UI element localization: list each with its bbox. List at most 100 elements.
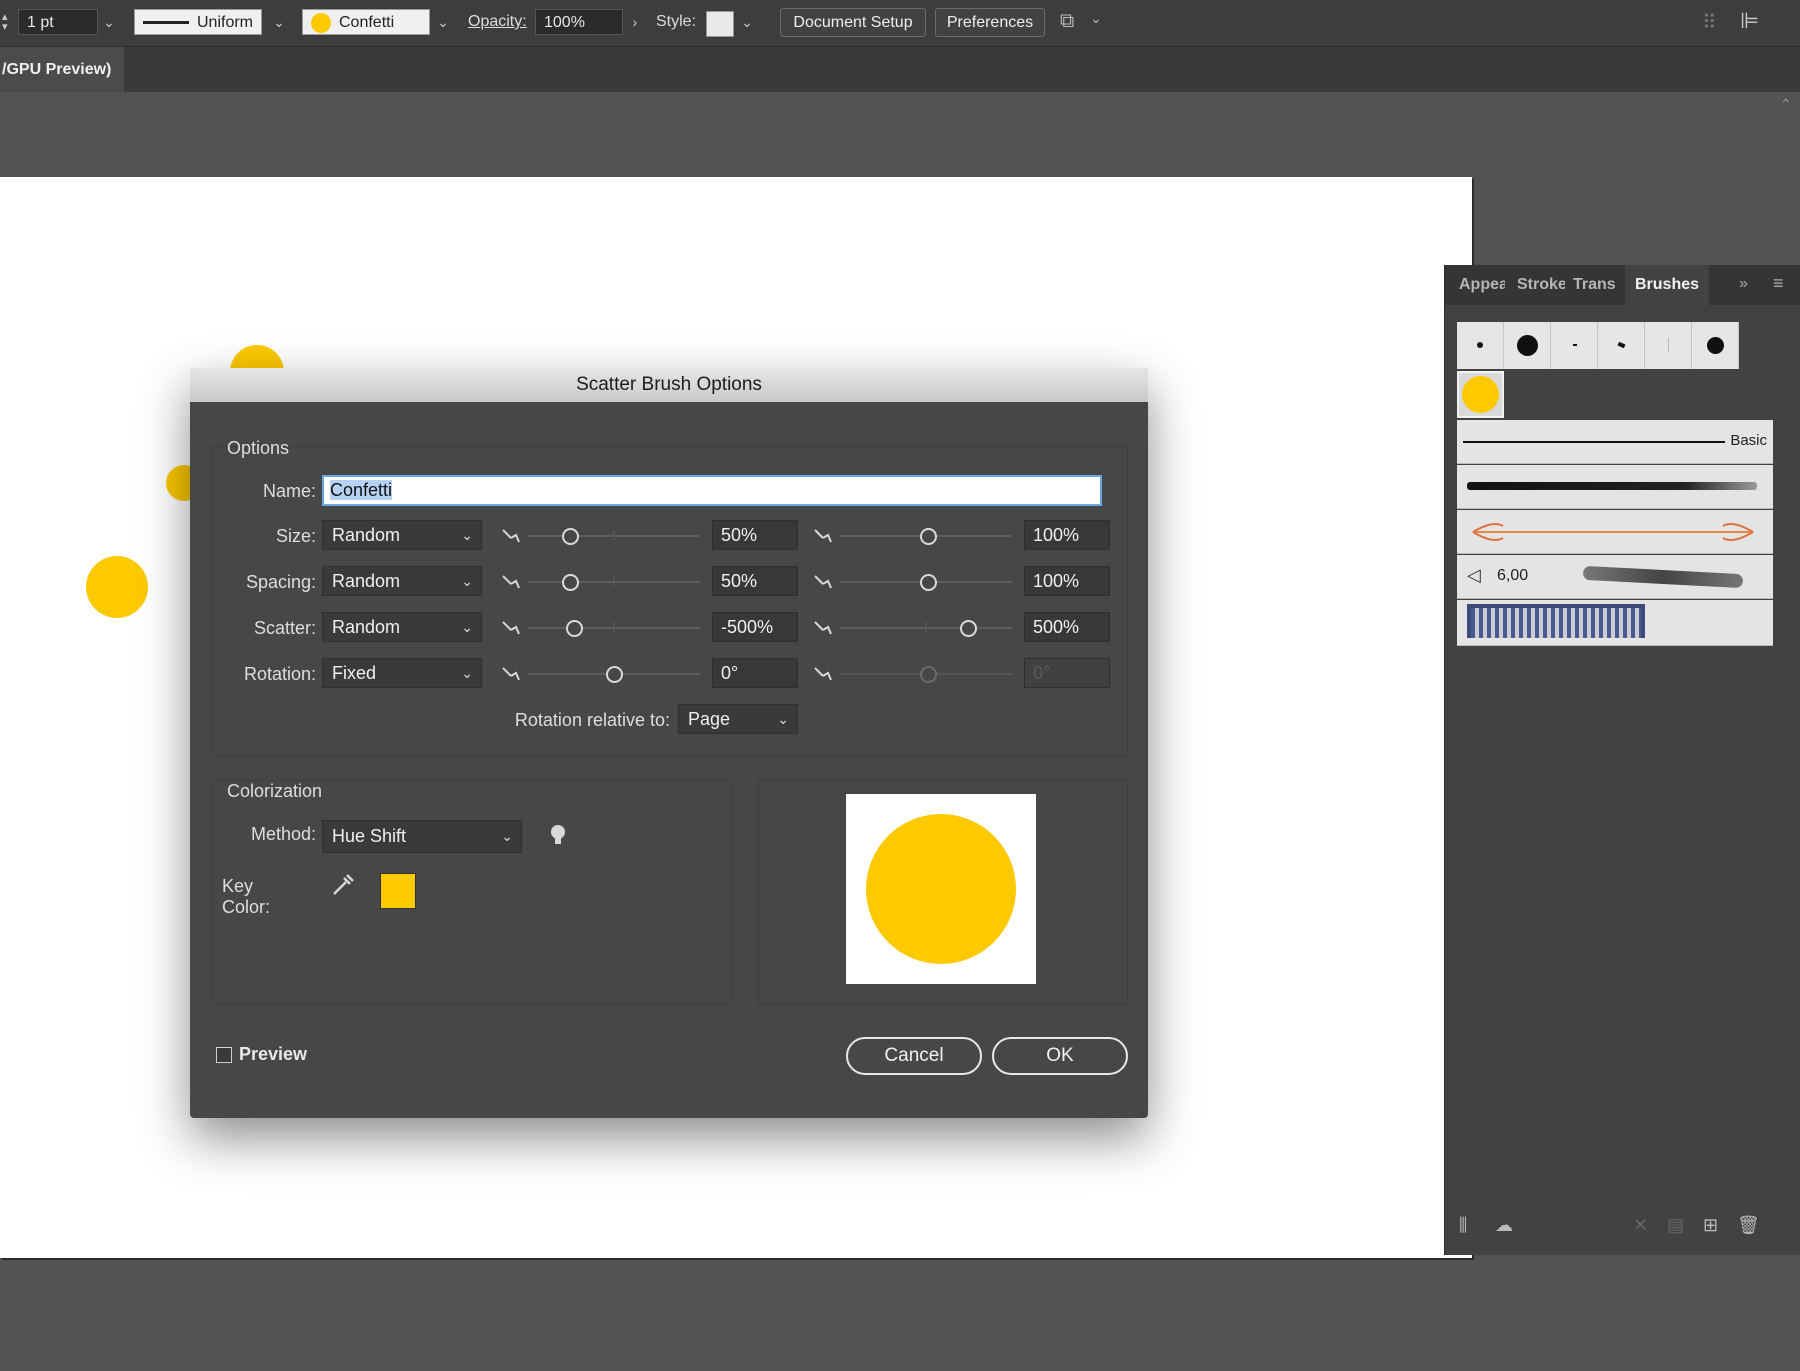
pressure-icon[interactable] xyxy=(500,664,522,684)
opacity-label[interactable]: Opacity: xyxy=(468,9,527,35)
graphic-style-dropdown-icon[interactable]: ⌄ xyxy=(736,9,758,35)
tab-appearance[interactable]: Appea xyxy=(1459,265,1505,305)
stroke-profile-dropdown[interactable]: Uniform xyxy=(134,9,262,35)
brush-options-icon: ▤ xyxy=(1667,1215,1685,1235)
panel-layout-icon[interactable]: ⊫ xyxy=(1740,8,1759,34)
spacing-label: Spacing: xyxy=(245,572,316,592)
tab-brushes[interactable]: Brushes xyxy=(1625,265,1709,305)
brush-thumb[interactable] xyxy=(1598,322,1645,369)
rotation-mode-dropdown[interactable]: Fixed ⌄ xyxy=(322,658,482,688)
bristle-brush-row[interactable]: ◁ 6,00 xyxy=(1457,555,1773,599)
key-color-label: Key Color: xyxy=(222,876,271,917)
preview-checkbox[interactable] xyxy=(216,1047,232,1063)
brush-thumb[interactable] xyxy=(1457,322,1504,369)
panel-collapse-icon[interactable]: » xyxy=(1739,275,1748,293)
spacing-min-field[interactable]: 50% xyxy=(712,566,798,596)
chevron-down-icon: ⌄ xyxy=(777,711,789,727)
size-mode-dropdown[interactable]: Random ⌄ xyxy=(322,520,482,550)
scatter-brush-options-dialog: Scatter Brush Options Options Name: Conf… xyxy=(190,368,1148,1118)
brush-thumb[interactable] xyxy=(1645,322,1692,369)
scroll-up-arrow-icon[interactable]: ⌃ xyxy=(1780,96,1792,113)
brush-libraries-icon[interactable]: ⫼ xyxy=(1459,1215,1467,1236)
rotation-min-slider-knob[interactable] xyxy=(606,666,623,683)
brush-definition-dropdown[interactable]: Confetti xyxy=(302,9,430,35)
pressure-icon[interactable] xyxy=(812,618,834,638)
spacing-mode-dropdown[interactable]: Random ⌄ xyxy=(322,566,482,596)
confetti-brush-thumb[interactable] xyxy=(1457,371,1504,418)
tab-transparency[interactable]: Trans xyxy=(1573,265,1619,305)
size-max-field[interactable]: 100% xyxy=(1024,520,1110,550)
rotation-min-field[interactable]: 0° xyxy=(712,658,798,688)
name-label: Name: xyxy=(262,481,316,501)
key-color-swatch[interactable] xyxy=(380,873,416,909)
stroke-weight-field[interactable]: 1 pt xyxy=(18,9,98,35)
size-label: Size: xyxy=(275,526,316,546)
rotation-label: Rotation: xyxy=(243,664,316,684)
workspace-grid-icon[interactable]: ⠿ xyxy=(1702,10,1717,35)
preview-label[interactable]: Preview xyxy=(239,1044,307,1065)
preferences-button[interactable]: Preferences xyxy=(935,8,1045,37)
cancel-button[interactable]: Cancel xyxy=(846,1037,982,1075)
brush-thumb[interactable] xyxy=(1551,322,1598,369)
size-min-field[interactable]: 50% xyxy=(712,520,798,550)
scatter-mode-dropdown[interactable]: Random ⌄ xyxy=(322,612,482,642)
art-brush-charcoal-row[interactable] xyxy=(1457,465,1773,509)
pattern-brush-row[interactable] xyxy=(1457,600,1773,646)
document-tab[interactable]: /GPU Preview) xyxy=(0,47,124,92)
slider-center-tick xyxy=(613,530,615,540)
name-field[interactable]: Confetti xyxy=(322,475,1102,506)
pressure-icon[interactable] xyxy=(812,572,834,592)
pressure-icon[interactable] xyxy=(812,664,834,684)
tab-stroke[interactable]: Stroke xyxy=(1517,265,1565,305)
scatter-max-field[interactable]: 500% xyxy=(1024,612,1110,642)
scatter-max-slider-knob[interactable] xyxy=(960,620,977,637)
document-setup-button[interactable]: Document Setup xyxy=(780,8,926,37)
stroke-weight-stepper[interactable]: ▴ ▾ xyxy=(2,12,14,34)
arrange-dropdown-icon[interactable]: ⌄ xyxy=(1090,10,1102,27)
lightbulb-tips-icon[interactable] xyxy=(550,824,566,848)
colorization-group-label: Colorization xyxy=(227,781,323,801)
graphic-style-swatch[interactable] xyxy=(706,11,734,37)
eyedropper-icon[interactable] xyxy=(330,872,356,898)
stroke-weight-dropdown-icon[interactable]: ⌄ xyxy=(98,9,120,35)
new-brush-icon[interactable]: ⊞ xyxy=(1703,1215,1718,1236)
size-max-slider-knob[interactable] xyxy=(920,528,937,545)
spacing-max-field[interactable]: 100% xyxy=(1024,566,1110,596)
size-mode-value: Random xyxy=(332,525,401,545)
brush-thumb[interactable] xyxy=(1692,322,1739,369)
brush-definition-label: Confetti xyxy=(339,14,395,31)
method-label: Method: xyxy=(250,824,316,844)
ok-button[interactable]: OK xyxy=(992,1037,1128,1075)
pressure-icon[interactable] xyxy=(500,526,522,546)
scatter-min-field[interactable]: -500% xyxy=(712,612,798,642)
brush-definition-dropdown-icon[interactable]: ⌄ xyxy=(432,9,454,35)
pressure-icon[interactable] xyxy=(500,618,522,638)
brush-thumb[interactable] xyxy=(1504,322,1551,369)
brush-thumbnails-row xyxy=(1457,322,1741,369)
method-dropdown[interactable]: Hue Shift ⌄ xyxy=(322,820,522,853)
stroke-profile-label: Uniform xyxy=(197,14,254,31)
pressure-icon[interactable] xyxy=(500,572,522,592)
pressure-icon[interactable] xyxy=(812,526,834,546)
opacity-expand-icon[interactable]: › xyxy=(624,9,646,35)
opacity-field[interactable]: 100% xyxy=(535,9,623,35)
bristle-stroke-icon xyxy=(1582,565,1744,589)
slider-center-tick xyxy=(613,576,615,586)
confetti-dot[interactable] xyxy=(86,556,148,618)
chevron-down-icon: ⌄ xyxy=(501,828,513,844)
art-brush-arrow-row[interactable] xyxy=(1457,510,1773,554)
spacing-min-slider-knob[interactable] xyxy=(562,574,579,591)
libraries-panel-icon[interactable]: ☁ xyxy=(1495,1215,1513,1236)
panel-menu-icon[interactable]: ≡ xyxy=(1773,273,1784,294)
rotation-relative-dropdown[interactable]: Page ⌄ xyxy=(678,704,798,734)
dialog-title[interactable]: Scatter Brush Options xyxy=(190,368,1148,402)
spacing-max-slider-knob[interactable] xyxy=(920,574,937,591)
arrange-icon[interactable]: ⧉ xyxy=(1060,10,1074,33)
basic-brush-row[interactable]: Basic xyxy=(1457,420,1773,464)
delete-brush-icon[interactable]: 🗑 xyxy=(1737,1215,1760,1236)
stroke-profile-dropdown-icon[interactable]: ⌄ xyxy=(268,9,290,35)
scatter-min-slider-knob[interactable] xyxy=(566,620,583,637)
basic-brush-stroke xyxy=(1463,441,1725,443)
size-min-slider-knob[interactable] xyxy=(562,528,579,545)
pattern-stroke-icon xyxy=(1467,604,1645,638)
